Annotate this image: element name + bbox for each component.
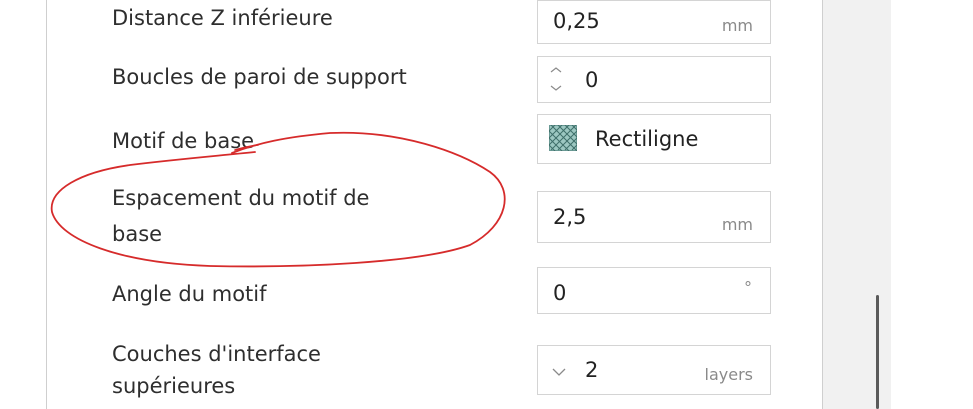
value-angle-du-motif: 0 (553, 281, 567, 305)
input-distance-z-inferieure[interactable]: 0,25 mm (537, 0, 771, 44)
value-distance-z-inferieure: 0,25 (553, 9, 600, 33)
spinner-boucles-paroi[interactable]: 0 (537, 56, 771, 103)
value-motif-de-base: Rectiligne (595, 127, 699, 151)
label-motif-de-base: Motif de base (112, 129, 255, 153)
unit-espacement-motif: mm (721, 215, 753, 234)
spinner-down-icon[interactable] (550, 85, 562, 91)
label-distance-z-inferieure: Distance Z inférieure (112, 6, 333, 30)
scrollbar-track[interactable] (823, 0, 891, 409)
spinner-up-icon[interactable] (550, 67, 562, 73)
input-espacement-motif[interactable]: 2,5 mm (537, 191, 771, 243)
scrollbar-thumb[interactable] (876, 295, 879, 409)
dropdown-motif-de-base[interactable]: Rectiligne (537, 114, 771, 164)
unit-couches-interface: layers (704, 365, 753, 384)
panel-left-border (46, 0, 47, 409)
label-espacement-motif-line1: Espacement du motif de (112, 186, 370, 210)
value-couches-interface: 2 (585, 358, 599, 382)
label-espacement-motif-line2: base (112, 222, 163, 246)
support-settings-panel: Distance Z inférieure 0,25 mm Boucles de… (0, 0, 973, 409)
label-couches-interface-line2: supérieures (112, 374, 236, 398)
unit-distance-z-inferieure: mm (721, 16, 753, 35)
label-angle-du-motif: Angle du motif (112, 282, 267, 306)
value-boucles-paroi: 0 (585, 68, 599, 92)
input-angle-du-motif[interactable]: 0 ° (537, 267, 771, 314)
rectilinear-pattern-icon (549, 125, 577, 151)
chevron-down-icon[interactable] (552, 368, 566, 376)
label-boucles-paroi: Boucles de paroi de support (112, 65, 407, 89)
unit-angle-du-motif: ° (744, 278, 752, 297)
label-couches-interface-line1: Couches d'interface (112, 342, 321, 366)
spinner-couches-interface[interactable]: 2 layers (537, 345, 771, 395)
value-espacement-motif: 2,5 (553, 205, 587, 229)
